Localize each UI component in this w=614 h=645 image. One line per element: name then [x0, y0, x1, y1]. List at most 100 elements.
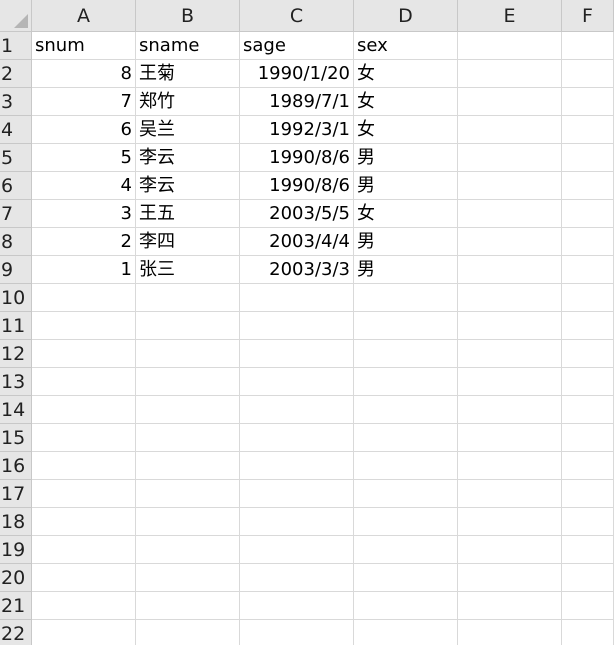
- cell-d9[interactable]: 男: [354, 256, 458, 284]
- cell-d3[interactable]: 女: [354, 88, 458, 116]
- cell-c16[interactable]: [240, 452, 354, 480]
- cell-a16[interactable]: [32, 452, 136, 480]
- cell-b12[interactable]: [136, 340, 240, 368]
- row-header-13[interactable]: 13: [0, 368, 32, 396]
- cell-a8[interactable]: 2: [32, 228, 136, 256]
- row-header-4[interactable]: 4: [0, 116, 32, 144]
- cell-a19[interactable]: [32, 536, 136, 564]
- cell-e4[interactable]: [458, 116, 562, 144]
- cell-c18[interactable]: [240, 508, 354, 536]
- row-header-15[interactable]: 15: [0, 424, 32, 452]
- cell-f18[interactable]: [562, 508, 614, 536]
- cell-d18[interactable]: [354, 508, 458, 536]
- cell-d15[interactable]: [354, 424, 458, 452]
- cell-e13[interactable]: [458, 368, 562, 396]
- row-header-9[interactable]: 9: [0, 256, 32, 284]
- cell-e11[interactable]: [458, 312, 562, 340]
- cell-a4[interactable]: 6: [32, 116, 136, 144]
- cell-e14[interactable]: [458, 396, 562, 424]
- cell-b8[interactable]: 李四: [136, 228, 240, 256]
- cell-d13[interactable]: [354, 368, 458, 396]
- cell-f9[interactable]: [562, 256, 614, 284]
- row-header-2[interactable]: 2: [0, 60, 32, 88]
- row-header-6[interactable]: 6: [0, 172, 32, 200]
- cell-c10[interactable]: [240, 284, 354, 312]
- cell-b20[interactable]: [136, 564, 240, 592]
- cell-f12[interactable]: [562, 340, 614, 368]
- cell-e12[interactable]: [458, 340, 562, 368]
- cell-e20[interactable]: [458, 564, 562, 592]
- cell-f1[interactable]: [562, 32, 614, 60]
- cell-a20[interactable]: [32, 564, 136, 592]
- cell-c13[interactable]: [240, 368, 354, 396]
- cell-c14[interactable]: [240, 396, 354, 424]
- row-header-7[interactable]: 7: [0, 200, 32, 228]
- cell-a2[interactable]: 8: [32, 60, 136, 88]
- cell-c6[interactable]: 1990/8/6: [240, 172, 354, 200]
- row-header-21[interactable]: 21: [0, 592, 32, 620]
- cell-c19[interactable]: [240, 536, 354, 564]
- cell-f4[interactable]: [562, 116, 614, 144]
- cell-b22[interactable]: [136, 620, 240, 645]
- cell-c2[interactable]: 1990/1/20: [240, 60, 354, 88]
- cell-f22[interactable]: [562, 620, 614, 645]
- row-header-20[interactable]: 20: [0, 564, 32, 592]
- cell-a17[interactable]: [32, 480, 136, 508]
- cell-e21[interactable]: [458, 592, 562, 620]
- cell-e18[interactable]: [458, 508, 562, 536]
- cell-c7[interactable]: 2003/5/5: [240, 200, 354, 228]
- cell-f17[interactable]: [562, 480, 614, 508]
- row-header-12[interactable]: 12: [0, 340, 32, 368]
- cell-d7[interactable]: 女: [354, 200, 458, 228]
- row-header-19[interactable]: 19: [0, 536, 32, 564]
- cell-b9[interactable]: 张三: [136, 256, 240, 284]
- cell-f3[interactable]: [562, 88, 614, 116]
- cell-b16[interactable]: [136, 452, 240, 480]
- cell-f14[interactable]: [562, 396, 614, 424]
- row-header-1[interactable]: 1: [0, 32, 32, 60]
- cell-e16[interactable]: [458, 452, 562, 480]
- cell-d19[interactable]: [354, 536, 458, 564]
- cell-b10[interactable]: [136, 284, 240, 312]
- cell-c21[interactable]: [240, 592, 354, 620]
- cell-e15[interactable]: [458, 424, 562, 452]
- cell-d14[interactable]: [354, 396, 458, 424]
- cell-f20[interactable]: [562, 564, 614, 592]
- cell-c1[interactable]: sage: [240, 32, 354, 60]
- row-header-18[interactable]: 18: [0, 508, 32, 536]
- cell-b11[interactable]: [136, 312, 240, 340]
- cell-e3[interactable]: [458, 88, 562, 116]
- cell-f19[interactable]: [562, 536, 614, 564]
- cell-f6[interactable]: [562, 172, 614, 200]
- row-header-14[interactable]: 14: [0, 396, 32, 424]
- row-header-16[interactable]: 16: [0, 452, 32, 480]
- cell-d16[interactable]: [354, 452, 458, 480]
- cell-f16[interactable]: [562, 452, 614, 480]
- cell-e2[interactable]: [458, 60, 562, 88]
- cell-c22[interactable]: [240, 620, 354, 645]
- cell-f13[interactable]: [562, 368, 614, 396]
- cell-a3[interactable]: 7: [32, 88, 136, 116]
- cell-a14[interactable]: [32, 396, 136, 424]
- column-header-f[interactable]: F: [562, 0, 614, 32]
- cell-d12[interactable]: [354, 340, 458, 368]
- cell-d20[interactable]: [354, 564, 458, 592]
- cell-f2[interactable]: [562, 60, 614, 88]
- cell-c11[interactable]: [240, 312, 354, 340]
- cell-c9[interactable]: 2003/3/3: [240, 256, 354, 284]
- cell-d21[interactable]: [354, 592, 458, 620]
- cell-d10[interactable]: [354, 284, 458, 312]
- cell-e5[interactable]: [458, 144, 562, 172]
- cell-d6[interactable]: 男: [354, 172, 458, 200]
- cell-d11[interactable]: [354, 312, 458, 340]
- cell-b1[interactable]: sname: [136, 32, 240, 60]
- select-all-button[interactable]: [0, 0, 32, 32]
- cell-c15[interactable]: [240, 424, 354, 452]
- cell-b6[interactable]: 李云: [136, 172, 240, 200]
- cell-d5[interactable]: 男: [354, 144, 458, 172]
- cell-b15[interactable]: [136, 424, 240, 452]
- cell-a21[interactable]: [32, 592, 136, 620]
- cell-b13[interactable]: [136, 368, 240, 396]
- cell-d8[interactable]: 男: [354, 228, 458, 256]
- cell-d17[interactable]: [354, 480, 458, 508]
